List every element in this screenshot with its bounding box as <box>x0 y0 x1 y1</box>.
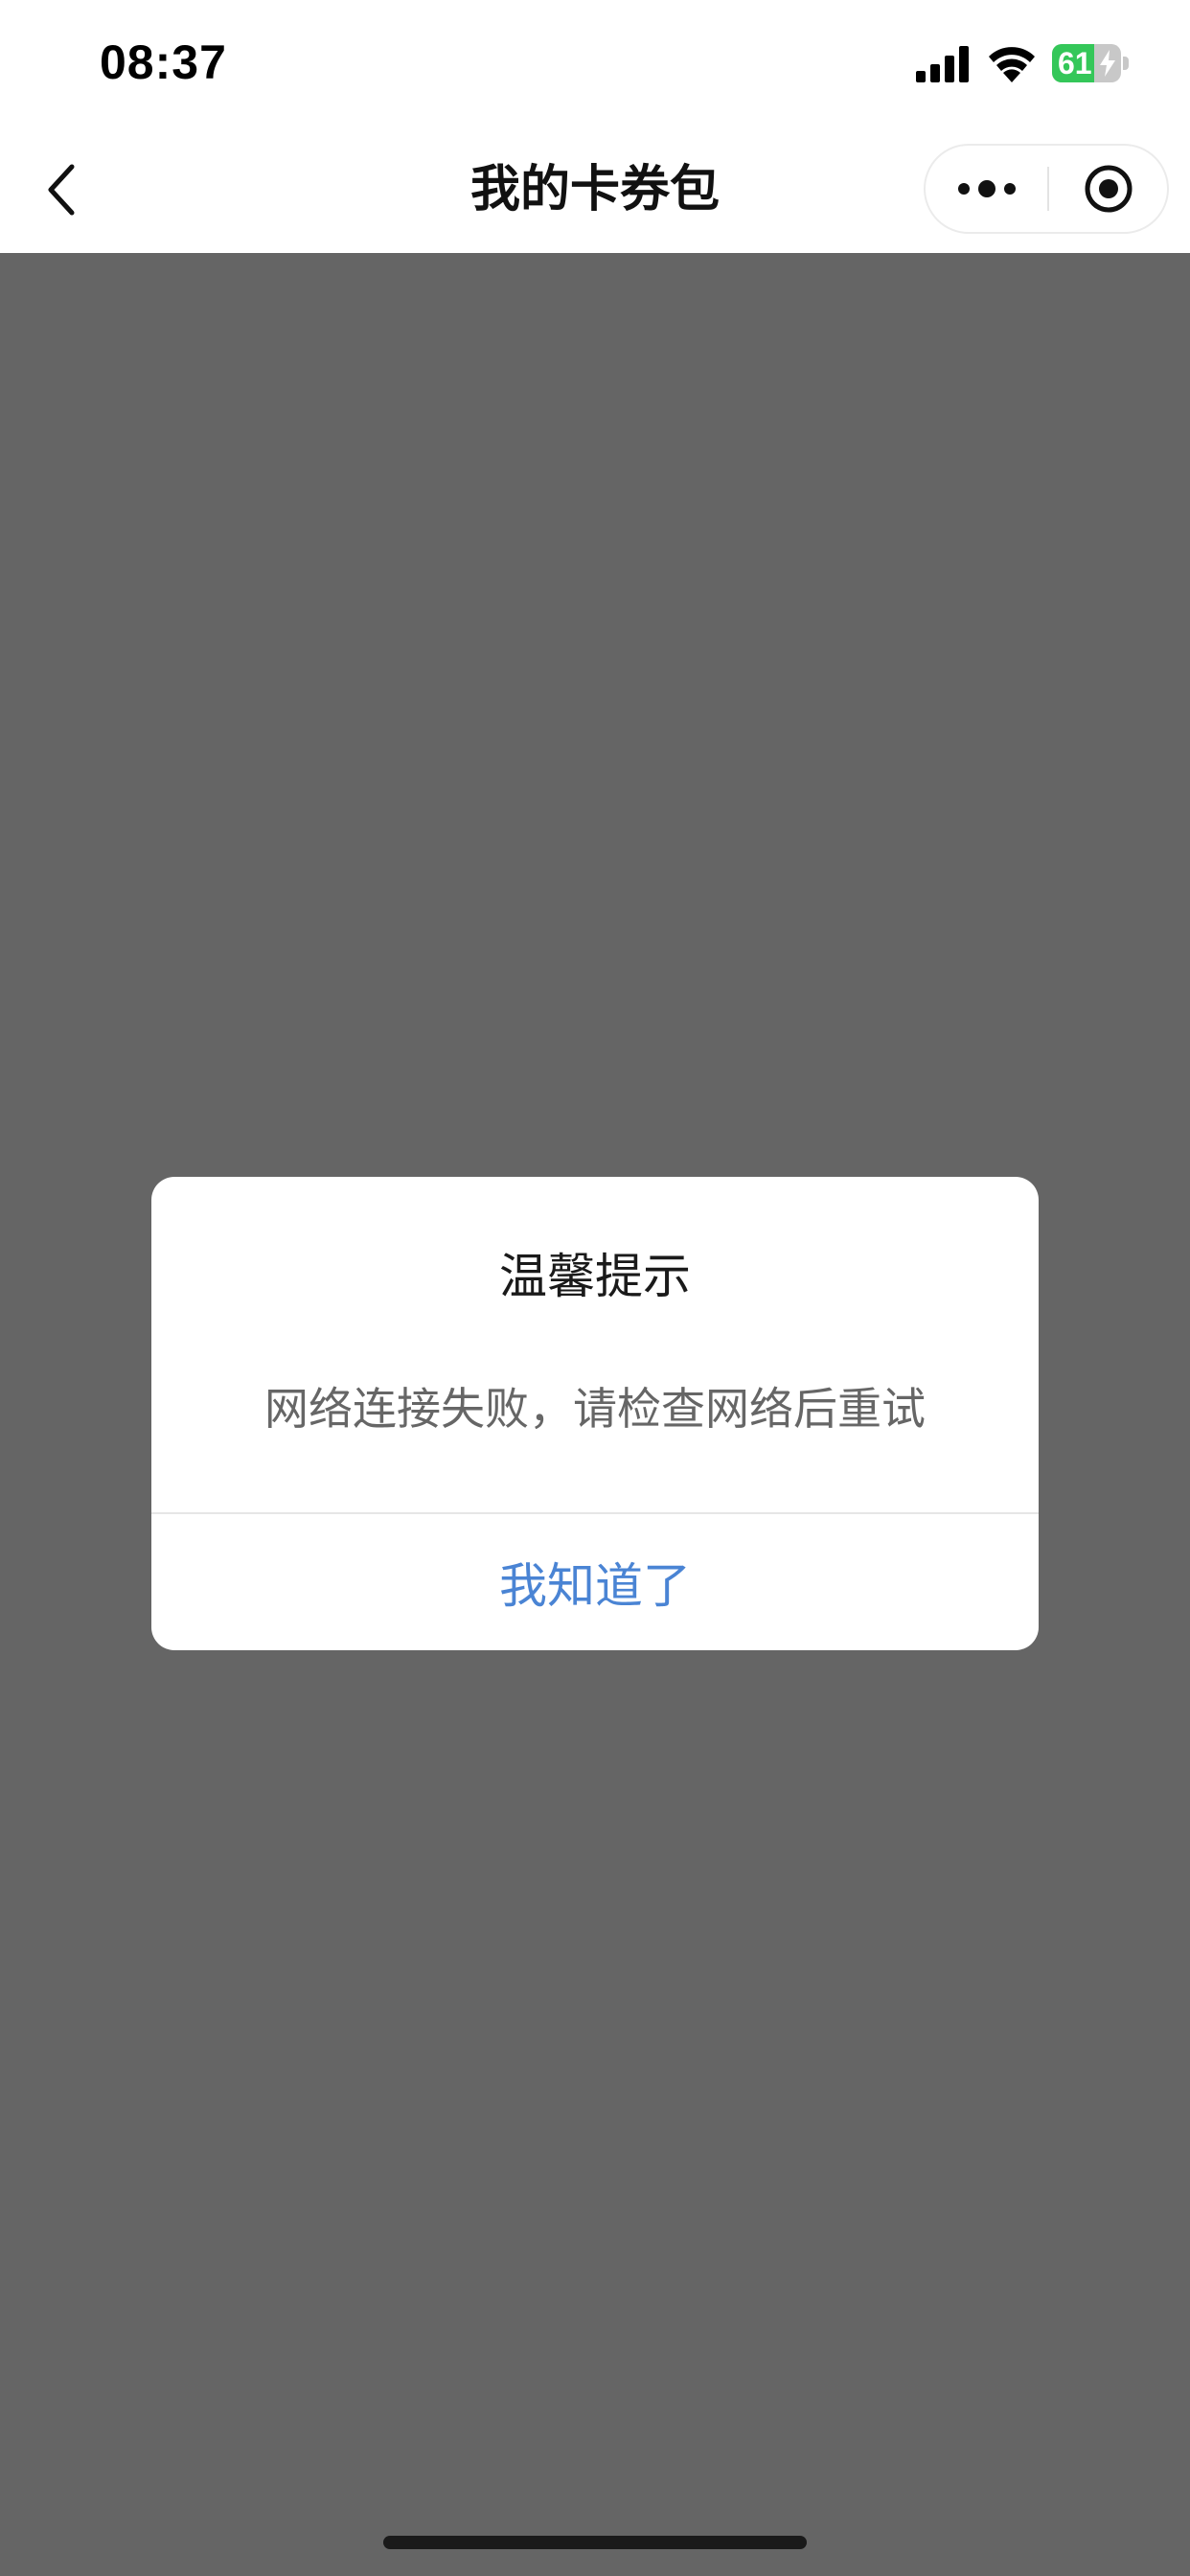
dialog-message: 网络连接失败，请检查网络后重试 <box>264 1383 926 1435</box>
page-title: 我的卡券包 <box>469 161 720 218</box>
wifi-icon <box>989 47 1035 82</box>
chevron-left-icon <box>48 164 75 216</box>
mini-program-capsule <box>924 144 1169 234</box>
battery-body: 61 <box>1052 44 1121 82</box>
close-mini-program-button[interactable] <box>1049 146 1167 232</box>
status-time: 08:37 <box>100 35 227 89</box>
home-indicator <box>383 2536 807 2549</box>
back-button[interactable] <box>29 151 96 228</box>
confirm-button[interactable]: 我知道了 <box>151 1514 1039 1650</box>
target-circle-icon <box>1085 165 1132 213</box>
battery-percent: 61 <box>1058 46 1092 80</box>
more-dots-icon <box>957 180 1016 197</box>
charging-bolt-icon <box>1100 50 1115 77</box>
battery-indicator: 61 <box>1052 44 1129 82</box>
cellular-signal-icon <box>916 46 969 82</box>
more-button[interactable] <box>926 146 1047 232</box>
battery-cap <box>1123 57 1129 70</box>
alert-dialog: 温馨提示 网络连接失败，请检查网络后重试 我知道了 <box>151 1177 1039 1650</box>
dialog-title: 温馨提示 <box>499 1249 691 1304</box>
top-area: 08:37 61 我的卡券包 <box>0 0 1190 253</box>
